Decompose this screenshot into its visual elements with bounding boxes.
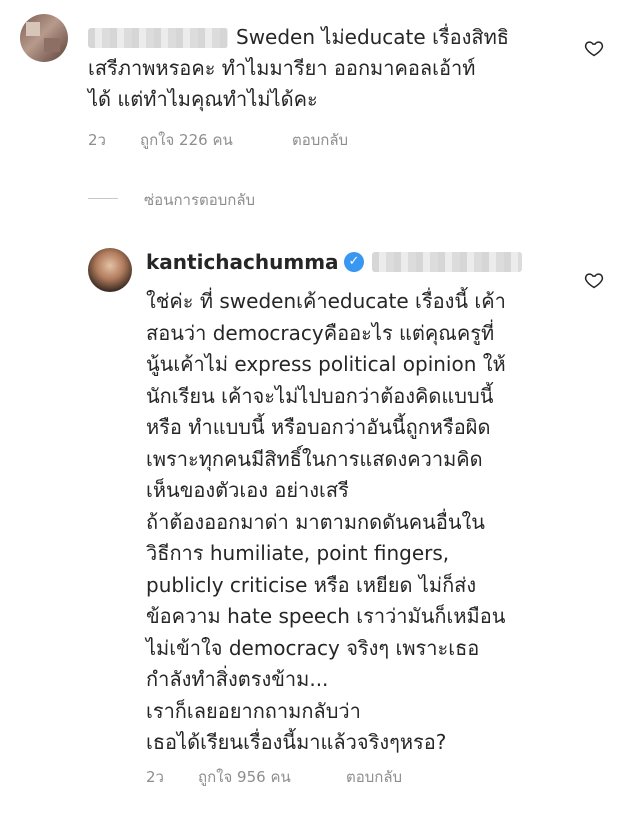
redacted-mention — [372, 252, 522, 272]
verified-badge-icon: ✓ — [344, 252, 364, 272]
reply-author-avatar[interactable] — [88, 248, 132, 292]
reply-text-line: ใช่ค่ะ ที่ swedenเค้าeducate เรื่องนี้ เ… — [146, 289, 506, 313]
comment-time: 2ว — [88, 131, 106, 149]
redacted-username — [88, 28, 228, 48]
hide-replies-divider — [88, 198, 118, 199]
reply-text-line: เราก็เลยอยากถามกลับว่า — [146, 698, 361, 723]
comment-likes[interactable]: ถูกใจ 226 คน — [140, 128, 233, 152]
hide-replies-button[interactable]: ซ่อนการตอบกลับ — [144, 188, 255, 212]
reply-text-line: หรือ ทำแบบนี้ หรือบอกว่าอันนี้ถูกหรือผิด — [146, 415, 491, 439]
comment-text-line-2: เสรีภาพหรอคะ ทำไมมารียา ออกมาคอลเอ้าท์ — [88, 56, 476, 80]
reply-text-line: publicly criticise หรือ เหยียด ไม่ก็ส่ง — [146, 572, 477, 597]
reply-text-line: ข้อความ hate speech เราว่ามันก็เหมือน — [146, 604, 506, 628]
reply-time: 2ว — [146, 768, 164, 786]
avatar-pixel-block — [44, 38, 60, 52]
reply-text-line: นักเรียน เค้าจะไม่ไปบอกว่าต้องคิดแบบนี้ — [146, 383, 494, 408]
reply-username[interactable]: kantichachumma — [146, 250, 339, 274]
reply-button[interactable]: ตอบกลับ — [292, 128, 348, 152]
heart-icon[interactable] — [584, 270, 604, 290]
reply-text-line: เพราะทุกคนมีสิทธิ์ในการแสดงความคิด — [146, 446, 483, 471]
avatar-pixel-block — [26, 22, 40, 36]
commenter-avatar[interactable] — [20, 14, 68, 62]
reply-text-line: สอนว่า democracyคืออะไร แต่คุณครูที่ — [146, 320, 495, 345]
reply-text-line: เธอได้เรียนเรื่องนี้มาแล้วจริงๆหรอ? — [146, 730, 447, 754]
reply-button[interactable]: ตอบกลับ — [346, 765, 402, 789]
comment-text-line-1: Sweden ไม่educate เรื่องสิทธิ — [236, 25, 510, 49]
reply-likes[interactable]: ถูกใจ 956 คน — [198, 765, 291, 789]
reply-text-line: เห็นของตัวเอง อย่างเสรี — [146, 478, 349, 502]
reply-text: ใช่ค่ะ ที่ swedenเค้าeducate เรื่องนี้ เ… — [146, 286, 506, 759]
reply-text-line: ถ้าต้องออกมาด่า มาตามกดดันคนอื่นใน — [146, 509, 485, 534]
comment-text-line-3: ได้ แต่ทำไมคุณทำไม่ได้คะ — [88, 87, 318, 111]
reply-text-line: วิธีการ humiliate, point fingers, — [146, 541, 450, 565]
heart-icon[interactable] — [584, 38, 604, 58]
reply-text-line: กำลังทำสิ่งตรงข้าม... — [146, 667, 329, 691]
reply-text-line: นู้นเค้าไม่ express political opinion ให… — [146, 352, 506, 376]
reply-text-line: ไม่เข้าใจ democracy จริงๆ เพราะเธอ — [146, 635, 480, 660]
